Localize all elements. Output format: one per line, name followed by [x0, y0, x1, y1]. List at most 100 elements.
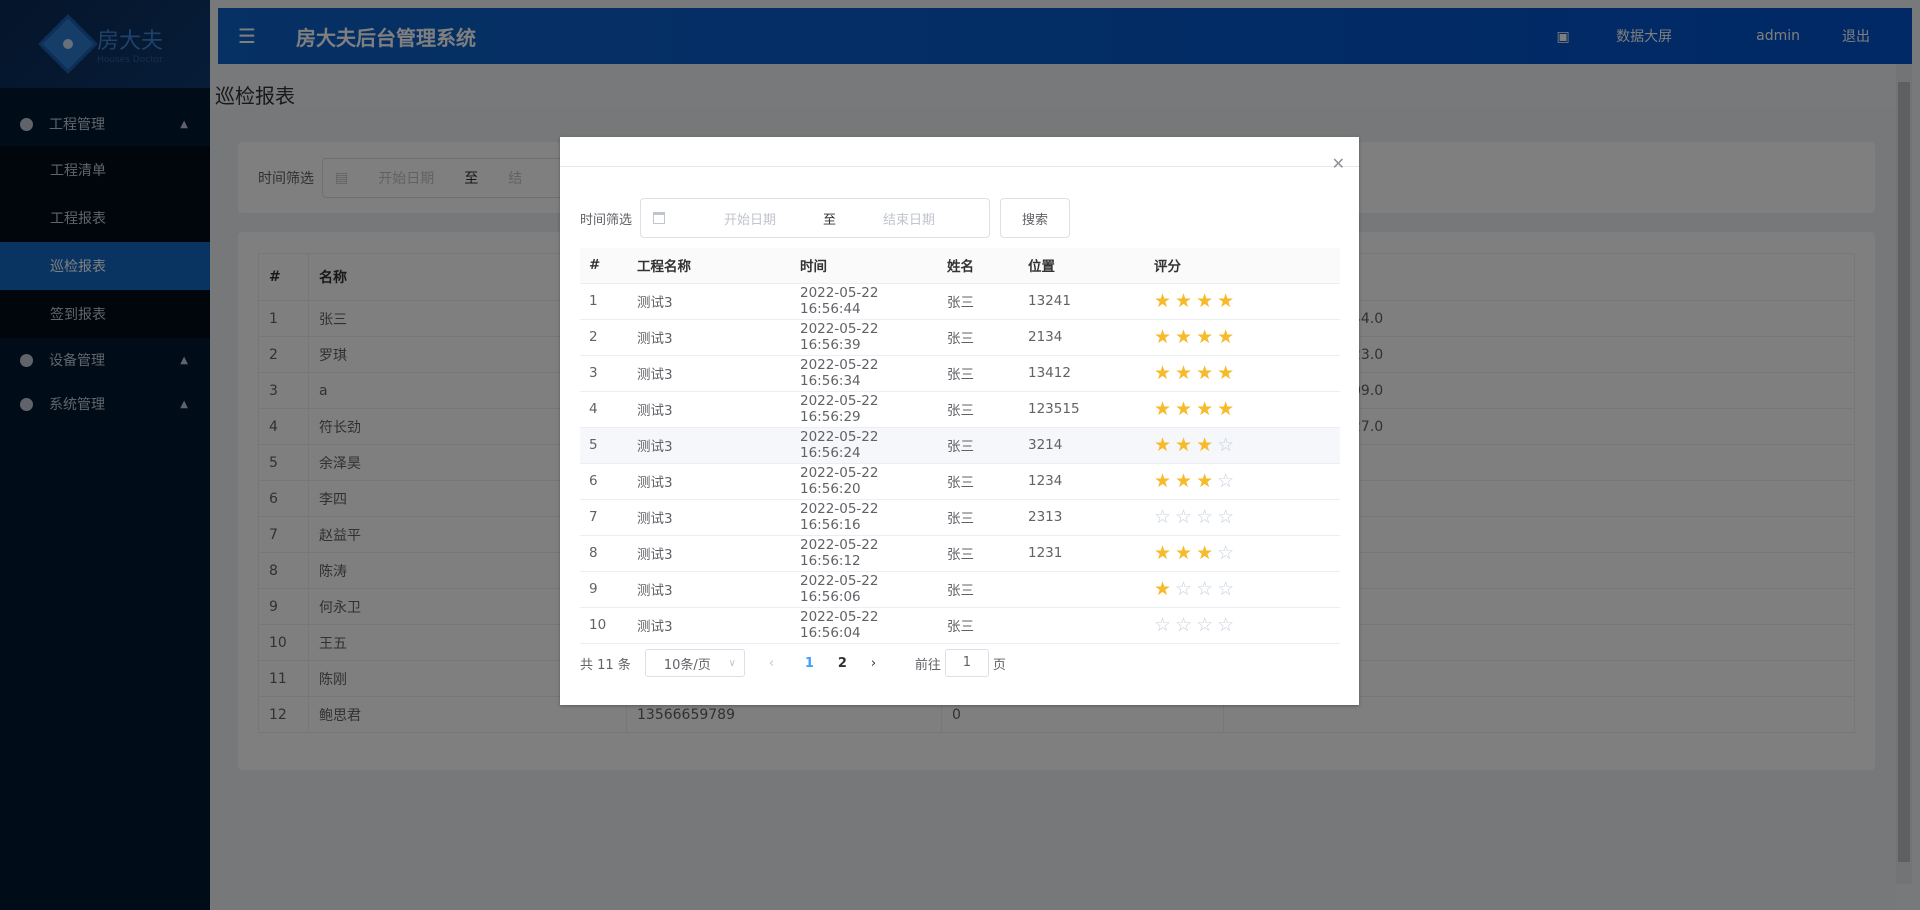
star-filled-icon[interactable]: ★ — [1175, 398, 1192, 420]
star-filled-icon[interactable]: ★ — [1175, 542, 1192, 564]
table-row: 1 测试3 2022-05-22 16:56:44 张三 13241 ★ ★ ★ ★ — [580, 283, 1340, 320]
cell-time: 2022-05-22 16:56:44 — [791, 283, 938, 320]
cell-no: 7 — [580, 499, 628, 536]
star-filled-icon[interactable]: ★ — [1154, 290, 1171, 312]
date-range-input[interactable]: 开始日期 至 结束日期 — [640, 198, 991, 238]
star-filled-icon[interactable]: ★ — [1175, 290, 1192, 312]
star-empty-icon[interactable]: ☆ — [1217, 434, 1234, 456]
star-empty-icon[interactable]: ☆ — [1196, 578, 1213, 600]
end-date-input[interactable]: 结束日期 — [864, 209, 954, 228]
page-size-select[interactable]: 10条/页 ∨ — [644, 649, 745, 677]
cell-location — [1019, 571, 1145, 608]
cell-project: 测试3 — [628, 355, 791, 392]
inspection-table: # 工程名称 时间 姓名 位置 评分 1 测试3 2022-05-22 16:56:… — [580, 248, 1340, 644]
star-filled-icon[interactable]: ★ — [1154, 542, 1171, 564]
star-empty-icon[interactable]: ☆ — [1154, 506, 1171, 528]
goto-page-input[interactable]: 1 — [944, 649, 989, 677]
cell-project: 测试3 — [628, 427, 791, 464]
start-date-input[interactable]: 开始日期 — [705, 209, 795, 228]
pagination: 共 11 条 10条/页 ∨ ‹ 1 2 › 前往 1 页 — [580, 649, 1006, 677]
star-filled-icon[interactable]: ★ — [1196, 434, 1213, 456]
filter-label: 时间筛选 — [580, 212, 633, 228]
cell-no: 6 — [580, 463, 628, 500]
star-filled-icon[interactable]: ★ — [1175, 326, 1192, 348]
star-empty-icon[interactable]: ☆ — [1196, 506, 1213, 528]
cell-location: 13241 — [1019, 283, 1145, 320]
star-filled-icon[interactable]: ★ — [1154, 470, 1171, 492]
star-filled-icon[interactable]: ★ — [1196, 290, 1213, 312]
star-filled-icon[interactable]: ★ — [1154, 578, 1171, 600]
rating[interactable]: ★ ★ ★ ★ — [1145, 391, 1340, 428]
star-empty-icon[interactable]: ☆ — [1217, 470, 1234, 492]
cell-time: 2022-05-22 16:56:29 — [791, 391, 938, 428]
star-empty-icon[interactable]: ☆ — [1154, 614, 1171, 636]
star-filled-icon[interactable]: ★ — [1154, 326, 1171, 348]
star-filled-icon[interactable]: ★ — [1196, 398, 1213, 420]
rating[interactable]: ★ ★ ★ ☆ — [1145, 427, 1340, 464]
rating[interactable]: ★ ★ ★ ★ — [1145, 283, 1340, 320]
star-empty-icon[interactable]: ☆ — [1175, 614, 1192, 636]
star-filled-icon[interactable]: ★ — [1196, 542, 1213, 564]
star-filled-icon[interactable]: ★ — [1196, 326, 1213, 348]
star-filled-icon[interactable]: ★ — [1217, 398, 1234, 420]
star-filled-icon[interactable]: ★ — [1175, 434, 1192, 456]
calendar-icon — [653, 212, 666, 224]
rating[interactable]: ☆ ☆ ☆ ☆ — [1145, 499, 1340, 536]
star-filled-icon[interactable]: ★ — [1175, 362, 1192, 384]
star-filled-icon[interactable]: ★ — [1154, 362, 1171, 384]
cell-project: 测试3 — [628, 319, 791, 356]
col-header: 评分 — [1145, 248, 1340, 284]
star-empty-icon[interactable]: ☆ — [1175, 578, 1192, 600]
star-filled-icon[interactable]: ★ — [1196, 362, 1213, 384]
star-empty-icon[interactable]: ☆ — [1196, 614, 1213, 636]
goto-label: 前往 — [914, 657, 941, 673]
rating[interactable]: ★ ★ ★ ★ — [1145, 319, 1340, 356]
cell-location: 13412 — [1019, 355, 1145, 392]
cell-no: 2 — [580, 319, 628, 356]
page-1[interactable]: 1 — [805, 656, 814, 671]
cell-time: 2022-05-22 16:56:16 — [791, 499, 938, 536]
star-filled-icon[interactable]: ★ — [1196, 470, 1213, 492]
cell-project: 测试3 — [628, 571, 791, 608]
col-header: 工程名称 — [628, 248, 791, 284]
next-page-icon[interactable]: › — [871, 656, 883, 671]
cell-time: 2022-05-22 16:56:04 — [791, 607, 938, 644]
range-separator: 至 — [823, 212, 837, 228]
rating[interactable]: ☆ ☆ ☆ ☆ — [1145, 607, 1340, 644]
star-empty-icon[interactable]: ☆ — [1217, 542, 1234, 564]
rating[interactable]: ★ ★ ★ ☆ — [1145, 535, 1340, 572]
star-filled-icon[interactable]: ★ — [1154, 398, 1171, 420]
page-2[interactable]: 2 — [838, 656, 847, 671]
star-empty-icon[interactable]: ☆ — [1217, 614, 1234, 636]
star-empty-icon[interactable]: ☆ — [1175, 506, 1192, 528]
cell-project: 测试3 — [628, 535, 791, 572]
cell-project: 测试3 — [628, 463, 791, 500]
cell-name: 张三 — [938, 355, 1019, 392]
cell-project: 测试3 — [628, 283, 791, 320]
cell-location: 123515 — [1019, 391, 1145, 428]
rating[interactable]: ★ ★ ★ ★ — [1145, 355, 1340, 392]
star-filled-icon[interactable]: ★ — [1175, 470, 1192, 492]
cell-name: 张三 — [938, 499, 1019, 536]
star-filled-icon[interactable]: ★ — [1154, 434, 1171, 456]
cell-project: 测试3 — [628, 607, 791, 644]
col-header: # — [580, 248, 628, 284]
star-empty-icon[interactable]: ☆ — [1217, 506, 1234, 528]
rating[interactable]: ★ ☆ ☆ ☆ — [1145, 571, 1340, 608]
star-filled-icon[interactable]: ★ — [1217, 362, 1234, 384]
star-empty-icon[interactable]: ☆ — [1217, 578, 1234, 600]
chevron-down-icon: ∨ — [728, 657, 736, 669]
cell-name: 张三 — [938, 463, 1019, 500]
cell-time: 2022-05-22 16:56:39 — [791, 319, 938, 356]
table-row: 2 测试3 2022-05-22 16:56:39 张三 2134 ★ ★ ★ ★ — [580, 319, 1340, 356]
cell-name: 张三 — [938, 607, 1019, 644]
table-row: 5 测试3 2022-05-22 16:56:24 张三 3214 ★ ★ ★ ☆ — [580, 427, 1340, 464]
prev-page-icon[interactable]: ‹ — [769, 656, 781, 671]
cell-name: 张三 — [938, 391, 1019, 428]
rating[interactable]: ★ ★ ★ ☆ — [1145, 463, 1340, 500]
star-filled-icon[interactable]: ★ — [1217, 326, 1234, 348]
close-icon[interactable]: ✕ — [1332, 154, 1345, 173]
cell-name: 张三 — [938, 319, 1019, 356]
search-button[interactable]: 搜索 — [1000, 198, 1071, 238]
star-filled-icon[interactable]: ★ — [1217, 290, 1234, 312]
